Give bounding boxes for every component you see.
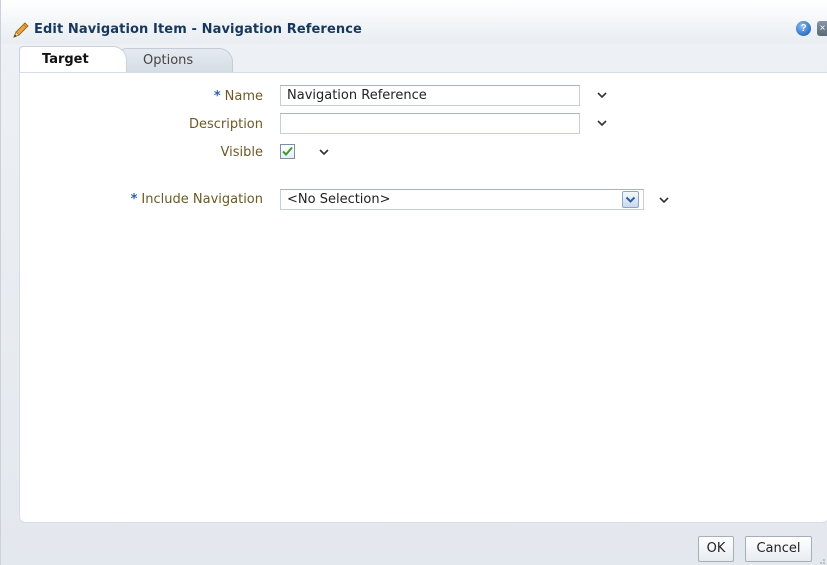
checkmark-icon: [282, 146, 293, 156]
cancel-button[interactable]: Cancel: [745, 536, 812, 562]
pencil-icon: [12, 21, 29, 38]
tab-options[interactable]: Options: [115, 48, 233, 72]
chevron-down-icon[interactable]: [597, 92, 607, 100]
tab-content-panel: * Name Navigation Reference Description V…: [19, 72, 827, 523]
edit-navigation-item-dialog: Edit Navigation Item - Navigation Refere…: [0, 0, 827, 565]
description-input[interactable]: [280, 113, 580, 134]
tab-target[interactable]: Target: [19, 46, 127, 73]
tab-options-label: Options: [143, 53, 194, 68]
help-icon[interactable]: ?: [796, 21, 811, 36]
dialog-title: Edit Navigation Item - Navigation Refere…: [12, 20, 362, 38]
chevron-down-icon[interactable]: [597, 120, 607, 128]
dropdown-button[interactable]: [622, 191, 639, 208]
visible-checkbox[interactable]: [280, 144, 295, 159]
required-marker: *: [213, 89, 221, 104]
dialog-footer: OK Cancel: [1, 535, 827, 563]
dialog-titlebar: Edit Navigation Item - Navigation Refere…: [1, 0, 827, 44]
ok-button[interactable]: OK: [698, 536, 734, 562]
include-navigation-label: * Include Navigation: [130, 192, 263, 207]
name-input[interactable]: Navigation Reference: [280, 85, 580, 106]
dialog-title-text: Edit Navigation Item - Navigation Refere…: [34, 21, 362, 37]
name-label: * Name: [213, 89, 263, 104]
required-marker: *: [130, 192, 138, 207]
description-label: Description: [188, 117, 263, 132]
include-navigation-select[interactable]: <No Selection>: [280, 189, 644, 210]
resize-grip-icon[interactable]: [816, 553, 826, 564]
close-icon[interactable]: ×: [817, 21, 827, 36]
tab-target-label: Target: [42, 52, 89, 67]
visible-label: Visible: [220, 145, 263, 160]
chevron-down-icon[interactable]: [659, 197, 669, 205]
chevron-down-icon[interactable]: [319, 149, 329, 157]
dropdown-arrow-icon: [625, 196, 636, 203]
